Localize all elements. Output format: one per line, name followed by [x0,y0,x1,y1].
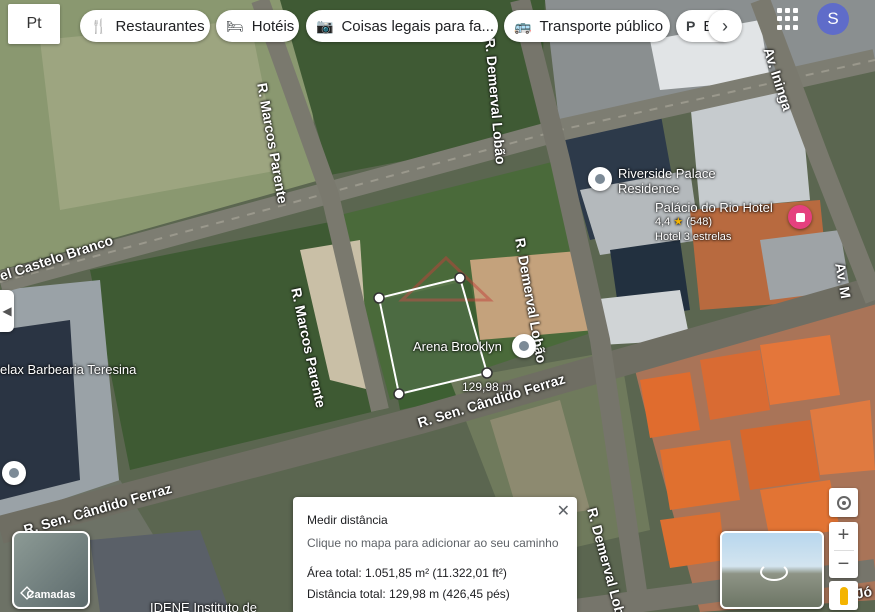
measure-hint: Clique no mapa para adicionar ao seu cam… [307,536,559,550]
poi-palacio-hotel[interactable]: Palácio do Rio Hotel 4,4 ★ (548) Hotel 3… [655,200,773,245]
close-icon[interactable]: ✕ [557,501,570,521]
chip-hotels[interactable]: 🛏 Hotéis [216,10,299,42]
poi-barbearia[interactable]: elax Barbearia Teresina [0,362,136,377]
hotel-pin-icon[interactable] [788,205,812,229]
avatar[interactable]: S [817,3,849,35]
poi-idene[interactable]: IDENE Instituto de [150,600,257,612]
poi-arena-brooklyn[interactable]: Arena Brooklyn [413,339,502,354]
poi-palacio-rating-line: 4,4 ★ (548) [655,215,773,230]
measure-segment-label: 129,98 m [462,380,513,394]
star-icon: ★ [673,216,684,228]
chip-things-to-do[interactable]: 📷 Coisas legais para fa... [306,10,498,42]
pegman-icon[interactable] [829,581,858,610]
poi-palacio-reviews: (548) [686,216,712,228]
zoom-out-button[interactable]: − [829,551,858,579]
poi-riverside-line2: Residence [618,181,680,196]
chip-restaurants-label: Restaurantes [115,17,205,35]
poi-palacio-name: Palácio do Rio Hotel [655,200,773,215]
measure-area: Área total: 1.051,85 m² (11.322,01 ft²) [307,566,507,580]
map-pin-icon[interactable] [588,167,612,191]
layers-button[interactable]: Camadas [12,531,90,609]
map-pin-icon[interactable] [512,334,536,358]
chevron-right-icon[interactable]: › [708,10,742,42]
measure-distance: Distância total: 129,98 m (426,45 pés) [307,587,510,601]
parking-icon: P [686,18,696,34]
fork-knife-icon: 🍴 [90,17,108,34]
collapse-panel-icon[interactable]: ◀ [0,290,14,332]
apps-grid-icon[interactable] [777,8,799,30]
measure-title: Medir distância [307,513,388,527]
zoom-controls: + − [829,522,858,578]
bus-icon: 🚌 [514,17,532,34]
language-toggle-button[interactable]: Pt [8,4,60,44]
camera-icon: 📷 [316,17,334,34]
chip-transit-label: Transporte público [539,17,664,35]
chip-transit[interactable]: 🚌 Transporte público [504,10,670,42]
poi-riverside-palace[interactable]: Riverside Palace Residence [618,166,716,196]
my-location-button[interactable] [829,488,858,517]
chip-restaurants[interactable]: 🍴 Restaurantes [80,10,210,42]
rotate-arrows-icon [760,563,788,581]
bed-icon: 🛏 [226,17,244,34]
chip-hotels-label: Hotéis [251,17,295,35]
layers-label: Camadas [26,589,76,601]
chip-things-label: Coisas legais para fa... [341,17,495,35]
zoom-in-button[interactable]: + [829,522,858,550]
poi-palacio-category: Hotel 3 estrelas [655,231,732,243]
location-icon [836,495,851,510]
poi-palacio-rating: 4,4 [655,216,671,228]
measure-distance-panel: ✕ Medir distância Clique no mapa para ad… [293,497,577,612]
map-pin-icon[interactable] [2,461,26,485]
poi-riverside-line1: Riverside Palace [618,166,716,181]
street-view-thumbnail[interactable] [720,531,824,609]
